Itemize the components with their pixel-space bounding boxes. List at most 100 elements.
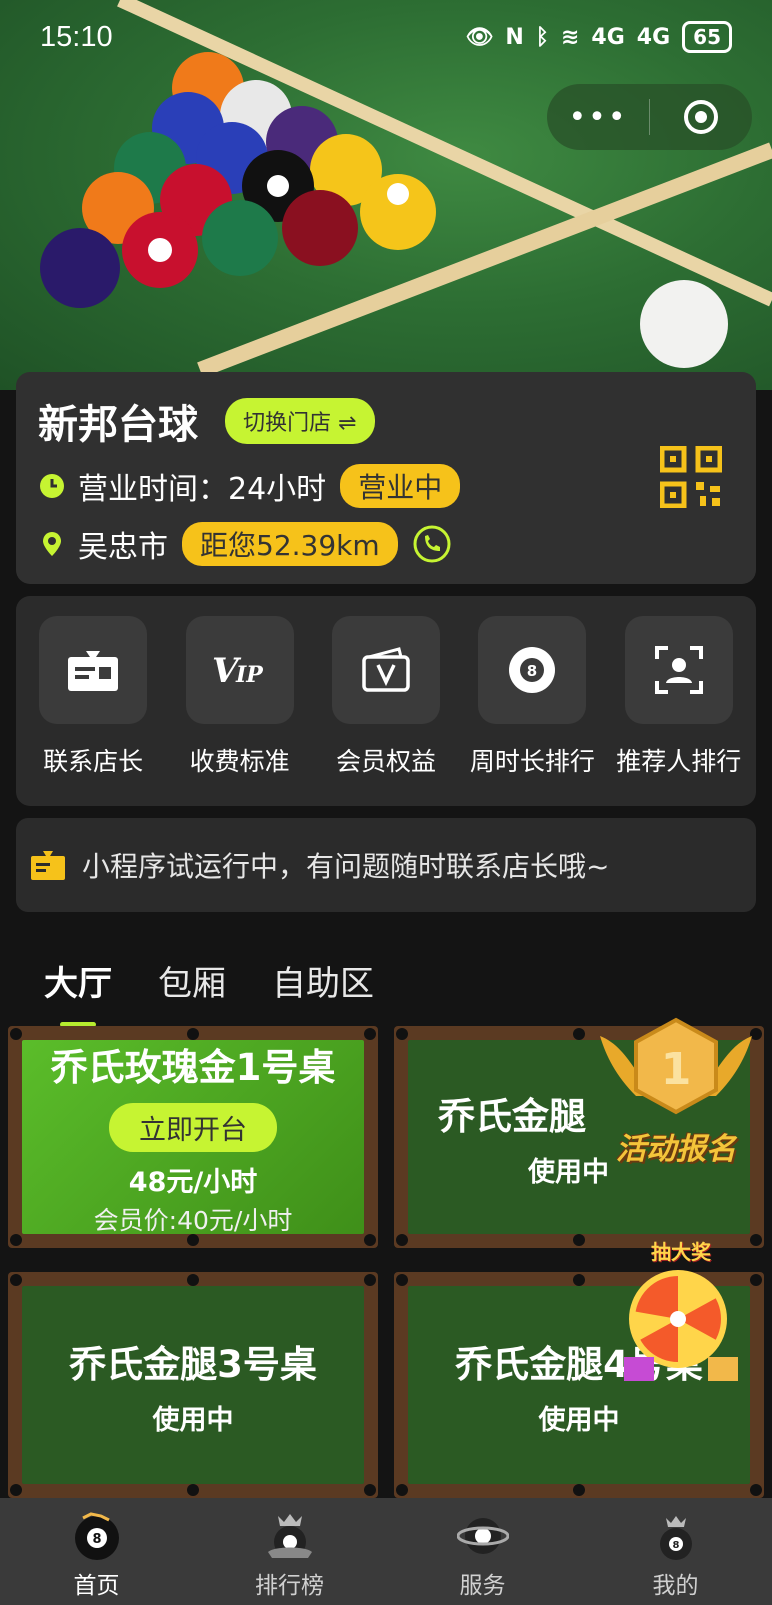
- menu-tile: [624, 616, 733, 724]
- table-pocket: [750, 1484, 762, 1496]
- hours-row: 营业时间：24小时 营业中: [38, 464, 734, 508]
- svg-text:IP: IP: [235, 662, 264, 688]
- menu-member-benefits[interactable]: 会员权益: [316, 616, 456, 806]
- area-tabs: 大厅 包厢 自助区: [44, 956, 374, 1027]
- distance-badge: 距您52.39km: [182, 522, 398, 566]
- nav-ranking[interactable]: 排行榜: [193, 1498, 386, 1605]
- table-felt: 乔氏玫瑰金1号桌 立即开台 48元/小时 会员价:40元/小时: [22, 1040, 364, 1235]
- open-table-button[interactable]: 立即开台: [109, 1103, 277, 1152]
- mine-icon: 8: [659, 1516, 692, 1560]
- status-bar: 15:10 👁 N ᛒ ≋ 4G 4G 65: [0, 0, 772, 74]
- close-miniprogram-button[interactable]: [650, 98, 752, 136]
- table-pocket: [364, 1274, 376, 1286]
- nav-label: 我的: [652, 1573, 699, 1599]
- clock-icon: [40, 474, 64, 498]
- tab-hall[interactable]: 大厅: [44, 956, 112, 1027]
- svg-text:8: 8: [92, 1532, 101, 1547]
- table-card[interactable]: 乔氏金腿3号桌 使用中: [8, 1272, 378, 1498]
- wallet-icon: [362, 647, 410, 692]
- signal-icon: 4G: [591, 24, 625, 50]
- activity-signup-float[interactable]: 1 活动报名: [596, 1016, 756, 1167]
- menu-tile: [39, 616, 148, 724]
- lottery-label: 抽大奖: [651, 1240, 711, 1264]
- menu-contact-manager[interactable]: 联系店长: [23, 616, 163, 806]
- menu-label: 会员权益: [335, 747, 436, 776]
- miniprogram-capsule: •••: [547, 84, 752, 150]
- lottery-float[interactable]: 抽大奖: [616, 1236, 746, 1386]
- table-pocket: [187, 1234, 199, 1246]
- nav-label: 服务: [459, 1573, 506, 1599]
- bottom-navigation: 8 首页 排行榜 服务 8 我的: [0, 1498, 772, 1605]
- tab-self-service[interactable]: 自助区: [272, 956, 374, 1005]
- status-time: 15:10: [40, 20, 113, 53]
- table-pocket: [364, 1028, 376, 1040]
- ranking-icon: [267, 1514, 312, 1558]
- target-icon: [684, 100, 718, 134]
- nav-mine[interactable]: 8 我的: [579, 1498, 772, 1605]
- table-pocket: [10, 1028, 22, 1040]
- table-pocket: [396, 1234, 408, 1246]
- qr-code-icon[interactable]: [660, 446, 722, 508]
- prize-wheel-icon: [624, 1270, 738, 1381]
- signal-icon-2: 4G: [636, 24, 671, 50]
- notice-text: 小程序试运行中，有问题随时联系店长哦~: [82, 850, 610, 883]
- open-status-badge: 营业中: [340, 464, 461, 508]
- nav-label: 首页: [73, 1573, 120, 1599]
- menu-tile: 8: [478, 616, 587, 724]
- table-pocket: [573, 1028, 585, 1040]
- table-pocket: [573, 1484, 585, 1496]
- menu-referrer-ranking[interactable]: 推荐人排行: [609, 616, 749, 806]
- table-pocket: [10, 1274, 22, 1286]
- notice-bar[interactable]: 小程序试运行中，有问题随时联系店长哦~: [16, 818, 756, 912]
- table-pocket: [10, 1234, 22, 1246]
- table-pocket: [10, 1484, 22, 1496]
- menu-label: 周时长排行: [469, 747, 595, 776]
- phone-icon[interactable]: [412, 524, 452, 564]
- svg-text:8: 8: [527, 662, 537, 680]
- menu-tile: [331, 616, 440, 724]
- menu-label: 联系店长: [43, 747, 144, 776]
- menu-pricing[interactable]: V IP 收费标准: [170, 616, 310, 806]
- hero-banner: 15:10 👁 N ᛒ ≋ 4G 4G 65 •••: [0, 0, 772, 390]
- vip-icon: V IP: [212, 651, 264, 690]
- location-pin-icon: [43, 532, 61, 556]
- nav-label: 排行榜: [255, 1573, 324, 1599]
- table-pocket: [187, 1028, 199, 1040]
- status-icons: 👁 N ᛒ ≋ 4G 4G 65: [465, 21, 732, 53]
- table-pocket: [187, 1274, 199, 1286]
- business-hours: 营业时间：24小时: [78, 472, 327, 507]
- table-pocket: [364, 1234, 376, 1246]
- nav-service[interactable]: 服务: [386, 1498, 579, 1605]
- member-price: 会员价:40元/小时: [93, 1206, 293, 1235]
- eye-icon: 👁: [465, 24, 494, 50]
- bluetooth-icon: ᛒ: [535, 24, 549, 50]
- table-pocket: [573, 1274, 585, 1286]
- table-felt: 乔氏金腿3号桌 使用中: [22, 1286, 364, 1484]
- menu-label: 收费标准: [189, 747, 290, 776]
- table-name: 乔氏玫瑰金1号桌: [50, 1046, 336, 1089]
- table-pocket: [396, 1484, 408, 1496]
- menu-weekly-ranking[interactable]: 8 周时长排行: [462, 616, 602, 806]
- nav-home[interactable]: 8 首页: [0, 1498, 193, 1605]
- table-pocket: [396, 1274, 408, 1286]
- nfc-icon: N: [505, 24, 524, 50]
- more-options-button[interactable]: •••: [547, 100, 649, 135]
- table-name: 乔氏金腿3号桌: [69, 1342, 317, 1386]
- store-city: 吴忠市: [78, 530, 168, 565]
- location-row: 吴忠市 距您52.39km: [38, 522, 734, 566]
- table-pocket: [187, 1484, 199, 1496]
- person-scan-icon: [654, 646, 703, 694]
- home-eight-ball-icon: 8: [74, 1512, 119, 1560]
- battery-icon: 65: [682, 21, 732, 53]
- table-pocket: [573, 1234, 585, 1246]
- table-pocket: [750, 1234, 762, 1246]
- tab-private-room[interactable]: 包厢: [158, 956, 226, 1005]
- medal-icon: 1: [600, 1017, 752, 1115]
- table-card[interactable]: 乔氏玫瑰金1号桌 立即开台 48元/小时 会员价:40元/小时: [8, 1026, 378, 1248]
- switch-store-button[interactable]: 切换门店 ⇌: [225, 398, 375, 444]
- store-info-card: 新邦台球 切换门店 ⇌ 营业时间：24小时 营业中 吴忠市 距您52.39km: [16, 372, 756, 584]
- wifi-icon: ≋: [560, 24, 580, 50]
- table-pocket: [396, 1028, 408, 1040]
- table-status: 使用中: [538, 1404, 620, 1436]
- svg-text:8: 8: [672, 1540, 679, 1551]
